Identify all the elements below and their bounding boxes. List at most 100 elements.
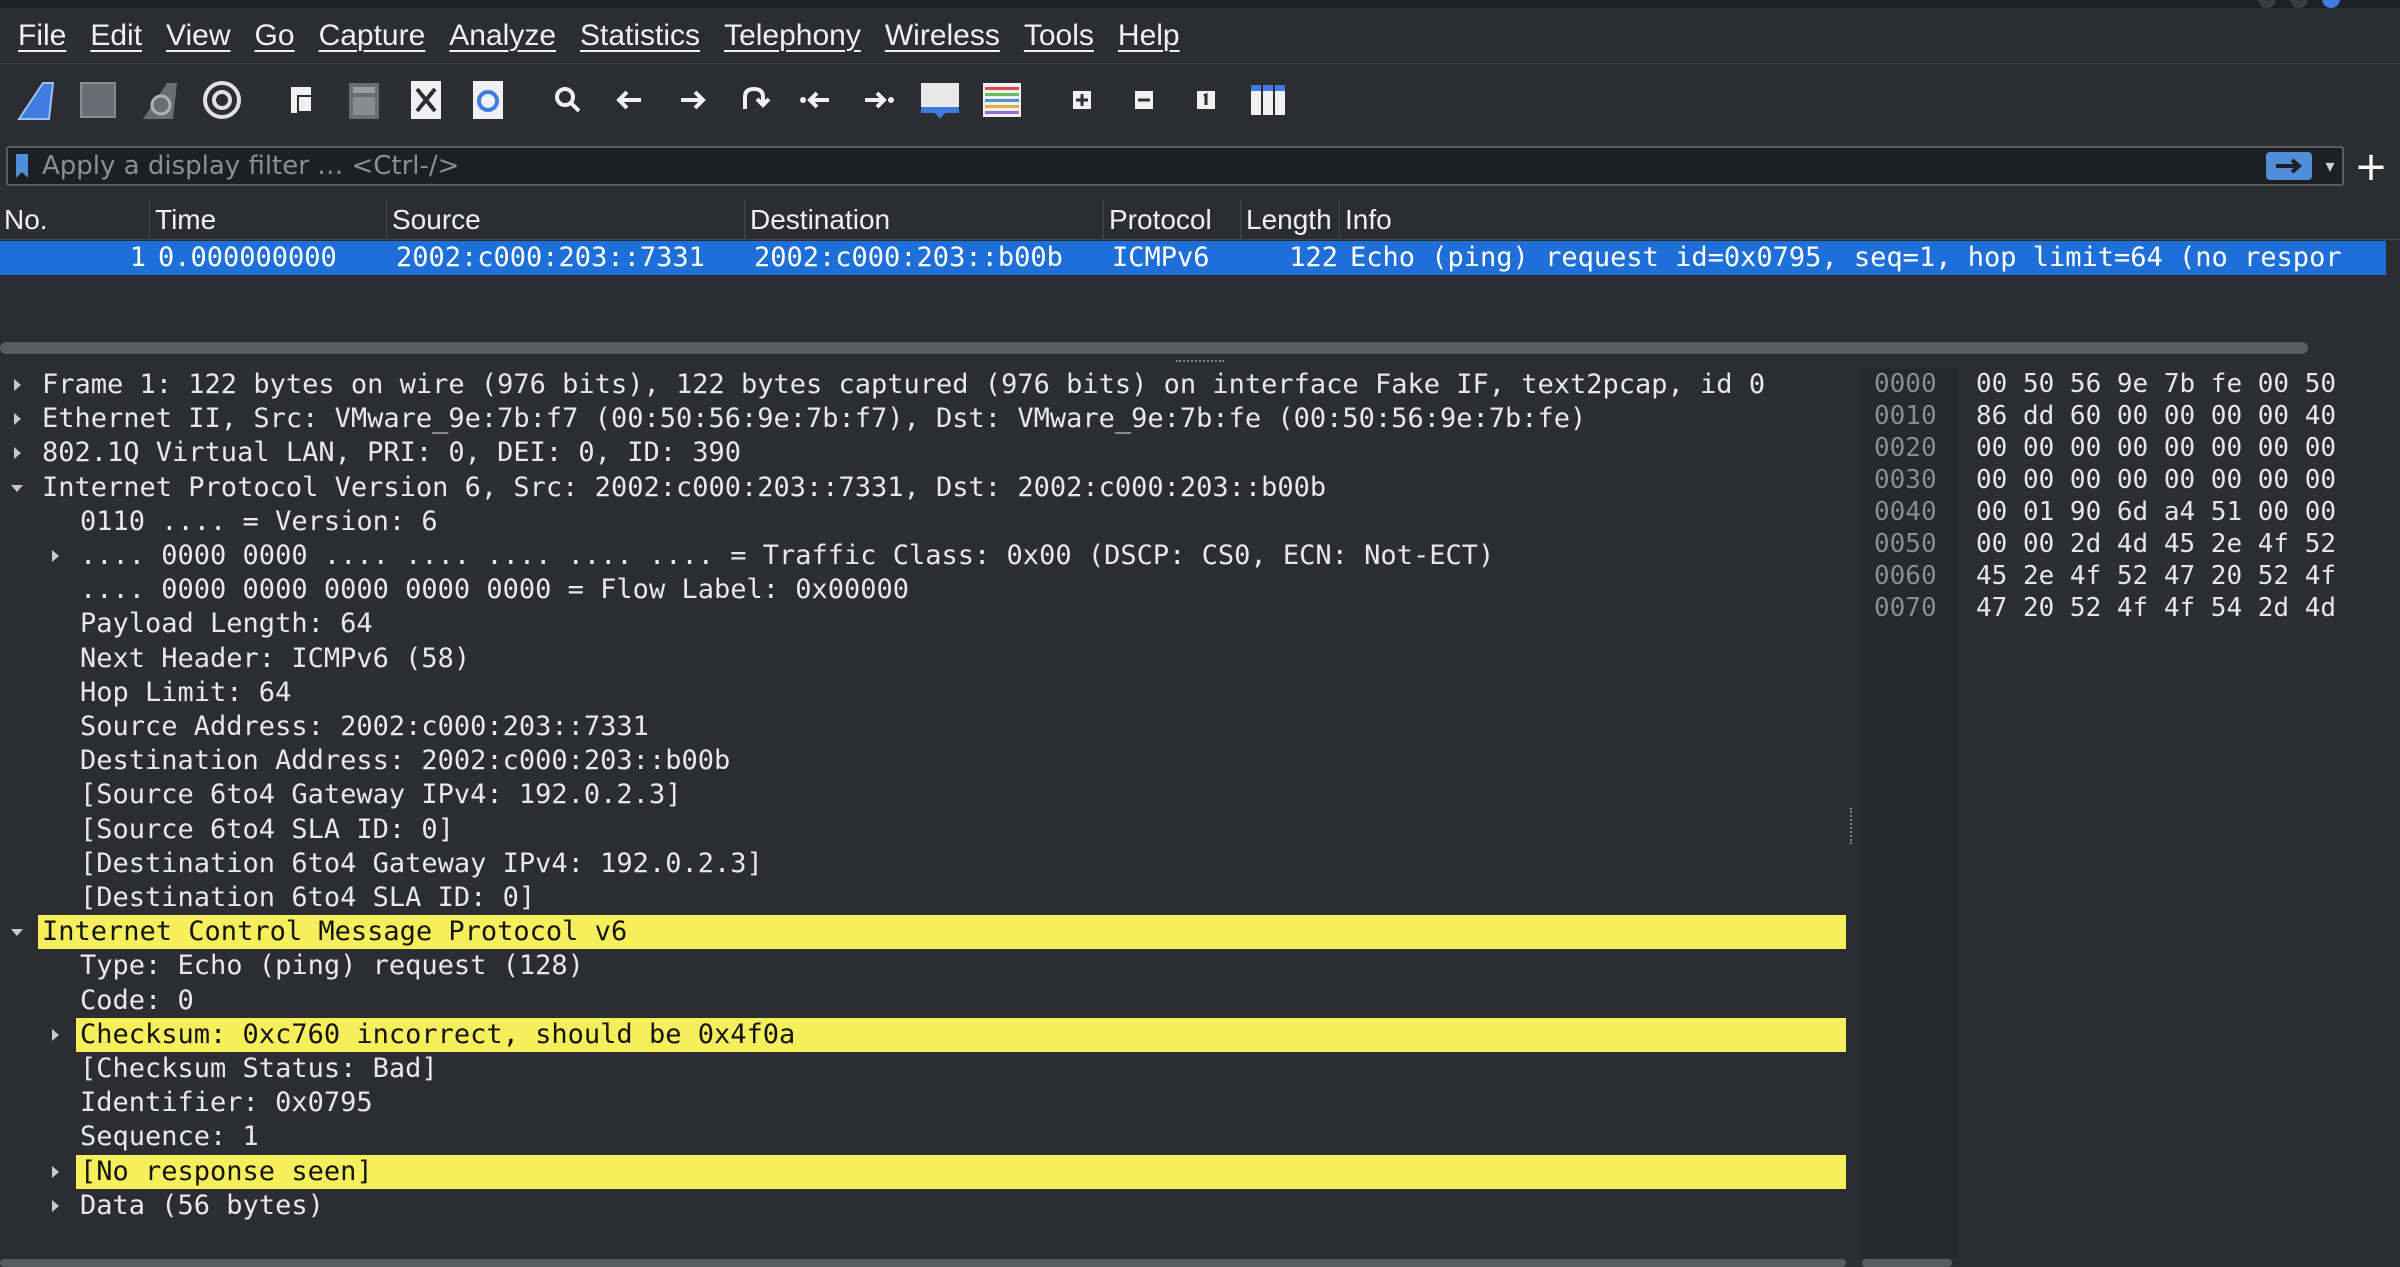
hex-bytes-line[interactable]: 00 00 00 00 00 00 00 00 [1976,432,2336,464]
bookmark-icon[interactable] [8,148,36,184]
detail-row[interactable]: Data (56 bytes) [0,1189,1846,1223]
detail-row[interactable]: 0110 .... = Version: 6 [0,505,1846,539]
menu-telephony[interactable]: Telephony [712,19,873,53]
autoscroll-icon[interactable] [914,74,966,126]
detail-row-text: [Destination 6to4 Gateway IPv4: 192.0.2.… [80,848,763,879]
resize-columns-icon[interactable] [1242,74,1294,126]
collapsed-caret-icon[interactable] [8,368,26,402]
collapsed-caret-icon[interactable] [8,436,26,470]
menu-edit[interactable]: Edit [78,19,154,53]
menu-tools[interactable]: Tools [1012,19,1106,53]
detail-row[interactable]: Frame 1: 122 bytes on wire (976 bits), 1… [0,368,1846,402]
collapsed-caret-icon[interactable] [46,1018,64,1052]
column-header-time[interactable]: Time [151,200,387,240]
column-header-length[interactable]: Length [1242,200,1340,240]
detail-row[interactable]: .... 0000 0000 0000 0000 0000 = Flow Lab… [0,573,1846,607]
detail-row[interactable]: [Source 6to4 Gateway IPv4: 192.0.2.3] [0,778,1846,812]
go-back-arrow-icon[interactable] [604,74,656,126]
detail-row[interactable]: .... 0000 0000 .... .... .... .... .... … [0,539,1846,573]
column-header-protocol[interactable]: Protocol [1105,200,1241,240]
collapsed-caret-icon[interactable] [8,402,26,436]
go-forward-arrow-icon[interactable] [666,74,718,126]
go-to-packet-icon[interactable] [728,74,780,126]
byte-offset: 0010 [1874,401,1937,431]
detail-row[interactable]: [Destination 6to4 Gateway IPv4: 192.0.2.… [0,847,1846,881]
hex-bytes-line[interactable]: 00 50 56 9e 7b fe 00 50 [1976,368,2336,400]
maximize-window-icon[interactable] [2290,0,2308,8]
detail-row[interactable]: [No response seen] [0,1155,1846,1189]
close-file-icon[interactable] [400,74,452,126]
menu-capture[interactable]: Capture [307,19,438,53]
hex-bytes-line[interactable]: 86 dd 60 00 00 00 00 40 [1976,400,2336,432]
hex-bytes-line[interactable]: 45 2e 4f 52 47 20 52 4f [1976,560,2336,592]
close-window-icon[interactable] [2322,0,2340,8]
detail-row[interactable]: Internet Control Message Protocol v6 [0,915,1846,949]
detail-row[interactable]: Ethernet II, Src: VMware_9e:7b:f7 (00:50… [0,402,1846,436]
filter-history-dropdown[interactable]: ▾ [2318,149,2342,183]
stop-square-icon[interactable] [72,74,124,126]
minimize-window-icon[interactable] [2258,0,2276,8]
capture-options-gear-icon[interactable] [196,74,248,126]
detail-row[interactable]: Source Address: 2002:c000:203::7331 [0,710,1846,744]
detail-row[interactable]: Internet Protocol Version 6, Src: 2002:c… [0,471,1846,505]
detail-row[interactable]: Sequence: 1 [0,1120,1846,1154]
detail-row[interactable]: [Checksum Status: Bad] [0,1052,1846,1086]
detail-row[interactable]: [Source 6to4 SLA ID: 0] [0,813,1846,847]
collapsed-caret-icon[interactable] [46,539,64,573]
expanded-caret-icon[interactable] [8,471,26,505]
menu-statistics[interactable]: Statistics [568,19,712,53]
menu-file[interactable]: File [6,19,78,53]
packet-list-hscroll[interactable] [0,342,2308,354]
restart-fin-icon[interactable] [134,74,186,126]
menu-help[interactable]: Help [1106,19,1192,53]
hex-bytes-line[interactable]: 47 20 52 4f 4f 54 2d 4d [1976,592,2336,624]
normal-size-icon[interactable] [1180,74,1232,126]
bytes-hscroll[interactable] [1862,1259,1952,1267]
menu-view[interactable]: View [154,19,242,53]
detail-row[interactable]: Payload Length: 64 [0,607,1846,641]
main-toolbar [0,64,2400,136]
detail-row-text: Code: 0 [80,985,194,1016]
hex-bytes-line[interactable]: 00 00 2d 4d 45 2e 4f 52 [1976,528,2336,560]
detail-row[interactable]: Type: Echo (ping) request (128) [0,949,1846,983]
column-header-info[interactable]: Info [1341,200,2400,240]
shark-fin-start-icon[interactable] [10,74,62,126]
menu-analyze[interactable]: Analyze [437,19,568,53]
add-filter-button[interactable]: + [2348,144,2394,190]
last-packet-icon[interactable] [852,74,904,126]
find-magnifier-icon[interactable] [542,74,594,126]
column-header-source[interactable]: Source [388,200,745,240]
first-packet-icon[interactable] [790,74,842,126]
reload-file-icon[interactable] [462,74,514,126]
packet-row[interactable]: 1 0.000000000 2002:c000:203::7331 2002:c… [0,241,2386,275]
detail-row[interactable]: 802.1Q Virtual LAN, PRI: 0, DEI: 0, ID: … [0,436,1846,470]
column-header-destination[interactable]: Destination [746,200,1104,240]
open-file-icon[interactable] [276,74,328,126]
pane-splitter-horizontal[interactable] [1176,360,1224,366]
collapsed-caret-icon[interactable] [46,1189,64,1223]
detail-row[interactable]: Checksum: 0xc760 incorrect, should be 0x… [0,1018,1846,1052]
zoom-out-icon[interactable] [1118,74,1170,126]
detail-row[interactable]: Next Header: ICMPv6 (58) [0,642,1846,676]
menu-go[interactable]: Go [243,19,307,53]
column-header-no[interactable]: No. [0,200,150,240]
packet-details-tree: Frame 1: 122 bytes on wire (976 bits), 1… [0,368,1848,1258]
save-file-icon[interactable] [338,74,390,126]
display-filter-input[interactable] [36,149,2266,183]
zoom-in-icon[interactable] [1056,74,1108,126]
detail-row[interactable]: Hop Limit: 64 [0,676,1846,710]
colorize-icon[interactable] [976,74,1028,126]
detail-row[interactable]: Destination Address: 2002:c000:203::b00b [0,744,1846,778]
detail-row[interactable]: Code: 0 [0,984,1846,1018]
collapsed-caret-icon[interactable] [46,1155,64,1189]
detail-row[interactable]: Identifier: 0x0795 [0,1086,1846,1120]
packet-details-hscroll[interactable] [0,1259,1846,1267]
arrow-right-icon[interactable] [2266,152,2312,180]
expanded-caret-icon[interactable] [8,915,26,949]
detail-row[interactable]: [Destination 6to4 SLA ID: 0] [0,881,1846,915]
byte-offset: 0060 [1874,561,1937,591]
hex-bytes-line[interactable]: 00 01 90 6d a4 51 00 00 [1976,496,2336,528]
menu-wireless[interactable]: Wireless [873,19,1012,53]
pane-splitter-vertical[interactable] [1850,808,1856,844]
hex-bytes-line[interactable]: 00 00 00 00 00 00 00 00 [1976,464,2336,496]
